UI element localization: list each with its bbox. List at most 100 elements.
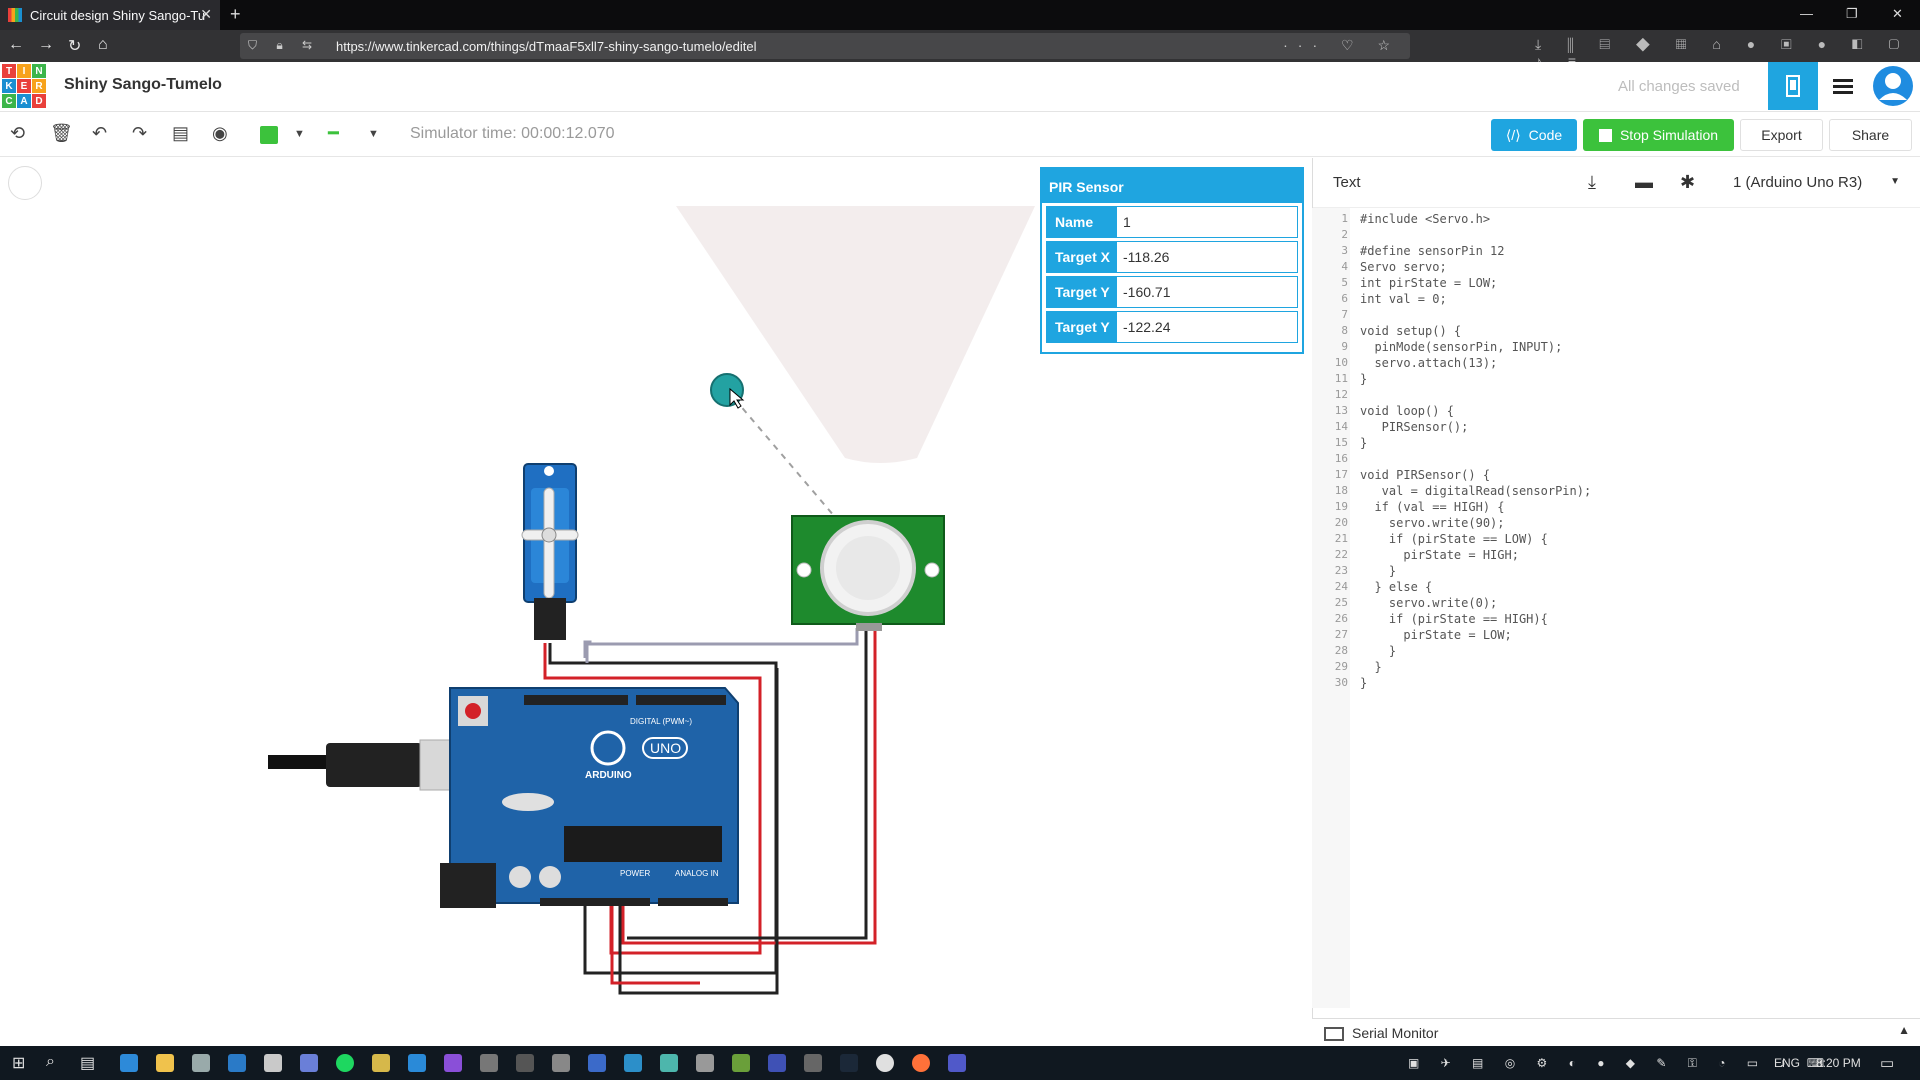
- start-icon[interactable]: ⊞: [12, 1053, 25, 1073]
- url-bar[interactable]: https://www.tinkercad.com/things/dTmaaF5…: [240, 33, 1410, 59]
- circuit-view-button[interactable]: [1768, 62, 1818, 110]
- capacitor-2: [539, 866, 561, 888]
- rotate-icon[interactable]: ⟲: [10, 123, 25, 144]
- close-tab-icon[interactable]: ✕: [200, 6, 212, 23]
- taskbar-app-icon[interactable]: [804, 1054, 822, 1072]
- export-button[interactable]: Export: [1740, 119, 1823, 151]
- digital-header-1: [524, 695, 628, 705]
- notes-icon[interactable]: ▤: [172, 123, 189, 144]
- power-header: [540, 898, 650, 906]
- pir-detection-zone: [676, 206, 1035, 463]
- color-dropdown-icon[interactable]: ▼: [294, 128, 305, 140]
- taskbar-app-icon[interactable]: [228, 1054, 246, 1072]
- code-button[interactable]: ⟨/⟩ Code: [1491, 119, 1577, 151]
- taskbar-app-icon[interactable]: [588, 1054, 606, 1072]
- stop-icon: [1598, 128, 1612, 142]
- reload-icon[interactable]: ↻: [68, 36, 81, 56]
- avatar-icon: [1873, 66, 1913, 106]
- taskbar-app-icon[interactable]: [516, 1054, 534, 1072]
- browser-tab[interactable]: Circuit design Shiny Sango-Tu ✕: [0, 0, 220, 30]
- project-title[interactable]: Shiny Sango-Tumelo: [64, 76, 222, 94]
- dc-jack: [440, 863, 496, 908]
- target-y-field[interactable]: -160.71: [1117, 277, 1297, 307]
- share-button[interactable]: Share: [1829, 119, 1912, 151]
- analog-label: ANALOG IN: [675, 869, 719, 878]
- serial-monitor-icon: [1324, 1027, 1344, 1041]
- stop-simulation-button[interactable]: Stop Simulation: [1583, 119, 1734, 151]
- taskbar-app-icon[interactable]: [768, 1054, 786, 1072]
- pir-pot-right: [924, 562, 940, 578]
- serial-monitor-bar[interactable]: Serial Monitor ▲: [1312, 1018, 1920, 1046]
- site-info-icon[interactable]: ⛉ 🔒︎ ⇆: [248, 38, 320, 53]
- user-avatar[interactable]: [1868, 62, 1918, 110]
- redo-icon[interactable]: ↷: [132, 123, 147, 144]
- taskbar-app-icon[interactable]: [552, 1054, 570, 1072]
- code-mode-select[interactable]: Text: [1333, 174, 1361, 191]
- crystal: [502, 793, 554, 811]
- wire-pir-signal: [585, 628, 859, 663]
- taskbar-app-icon[interactable]: [192, 1054, 210, 1072]
- name-field[interactable]: 1: [1117, 207, 1297, 237]
- visibility-icon[interactable]: ◉: [212, 123, 228, 144]
- servo-horn: [543, 487, 555, 599]
- vscode-icon[interactable]: [408, 1054, 426, 1072]
- taskbar-app-icon[interactable]: [300, 1054, 318, 1072]
- home-icon[interactable]: ⌂: [98, 36, 108, 54]
- language-indicator[interactable]: ENG: [1774, 1056, 1800, 1070]
- close-window-icon[interactable]: ✕: [1892, 6, 1903, 22]
- undo-icon[interactable]: ↶: [92, 123, 107, 144]
- page-actions-icon[interactable]: ··· ♡ ☆: [1283, 37, 1400, 54]
- clock[interactable]: 8:20 PM: [1816, 1056, 1861, 1070]
- restore-icon[interactable]: ❐: [1846, 6, 1858, 22]
- delete-icon[interactable]: 🗑︎: [50, 123, 73, 144]
- taskbar-app-icon[interactable]: [696, 1054, 714, 1072]
- teams-icon[interactable]: [948, 1054, 966, 1072]
- tinkercad-favicon-icon: [8, 8, 22, 22]
- forward-icon[interactable]: →: [38, 36, 54, 54]
- taskbar-app-icon[interactable]: [624, 1054, 642, 1072]
- minimize-icon[interactable]: —: [1800, 6, 1813, 21]
- system-tray-icons[interactable]: ▣ ✈ ▤ ◎ ⚙ ◐ ● ◆ ✎ ⚿ ◔ ▭ ♪ ⌨: [1408, 1056, 1833, 1071]
- logo-letter: K: [2, 79, 16, 93]
- debugger-icon[interactable]: ✱: [1680, 172, 1695, 193]
- firefox-icon[interactable]: [912, 1054, 930, 1072]
- visual-studio-icon[interactable]: [444, 1054, 462, 1072]
- capacitor-1: [509, 866, 531, 888]
- editor-toolbar: ⟲ 🗑︎ ↶ ↷ ▤ ◉ ▼ ━ ▼ Simulator time: 00:00…: [0, 112, 1920, 157]
- inspector-label: Target Y: [1047, 277, 1117, 307]
- line-numbers: 1 2 3 4 5 6 7 8 9 10 11 12 13 14 15 16 1…: [1334, 212, 1348, 689]
- pir-dome-inner: [836, 536, 900, 600]
- download-icon[interactable]: ⤓: [1588, 172, 1596, 193]
- taskbar-app-icon[interactable]: [120, 1054, 138, 1072]
- taskbar-app-icon[interactable]: [660, 1054, 678, 1072]
- back-icon[interactable]: ←: [8, 36, 24, 54]
- components-list-button[interactable]: [1818, 62, 1868, 110]
- wire-type-icon[interactable]: ━: [328, 123, 339, 144]
- new-tab-icon[interactable]: +: [230, 4, 241, 25]
- search-icon[interactable]: ⌕: [46, 1053, 55, 1071]
- file-explorer-icon[interactable]: [156, 1054, 174, 1072]
- code-editor[interactable]: #include <Servo.h> #define sensorPin 12 …: [1360, 211, 1591, 691]
- power-label: POWER: [620, 869, 650, 878]
- device-select[interactable]: 1 (Arduino Uno R3) ▼: [1733, 174, 1908, 191]
- upload-icon[interactable]: ▬: [1635, 172, 1653, 193]
- target-y2-field[interactable]: -122.24: [1117, 312, 1297, 342]
- code-panel-header: Text ⤓ ▬ ✱ 1 (Arduino Uno R3) ▼: [1313, 158, 1920, 208]
- wire-color-swatch[interactable]: [260, 126, 278, 144]
- save-status: All changes saved: [1618, 78, 1740, 95]
- taskbar-app-icon[interactable]: [732, 1054, 750, 1072]
- expand-icon[interactable]: ▲: [1898, 1023, 1910, 1037]
- spotify-icon[interactable]: [336, 1054, 354, 1072]
- inspector-row-target-x: Target X -118.26: [1046, 241, 1298, 273]
- chrome-icon[interactable]: [876, 1054, 894, 1072]
- logo-letter: E: [17, 79, 31, 93]
- target-x-field[interactable]: -118.26: [1117, 242, 1297, 272]
- taskbar-app-icon[interactable]: [264, 1054, 282, 1072]
- taskbar-app-icon[interactable]: [372, 1054, 390, 1072]
- notifications-icon[interactable]: ▭: [1880, 1054, 1894, 1072]
- taskbar-app-icon[interactable]: [480, 1054, 498, 1072]
- task-view-icon[interactable]: ▤: [80, 1053, 95, 1073]
- wire-type-dropdown-icon[interactable]: ▼: [368, 128, 379, 140]
- tinkercad-logo[interactable]: T I N K E R C A D: [2, 64, 46, 108]
- steam-icon[interactable]: [840, 1054, 858, 1072]
